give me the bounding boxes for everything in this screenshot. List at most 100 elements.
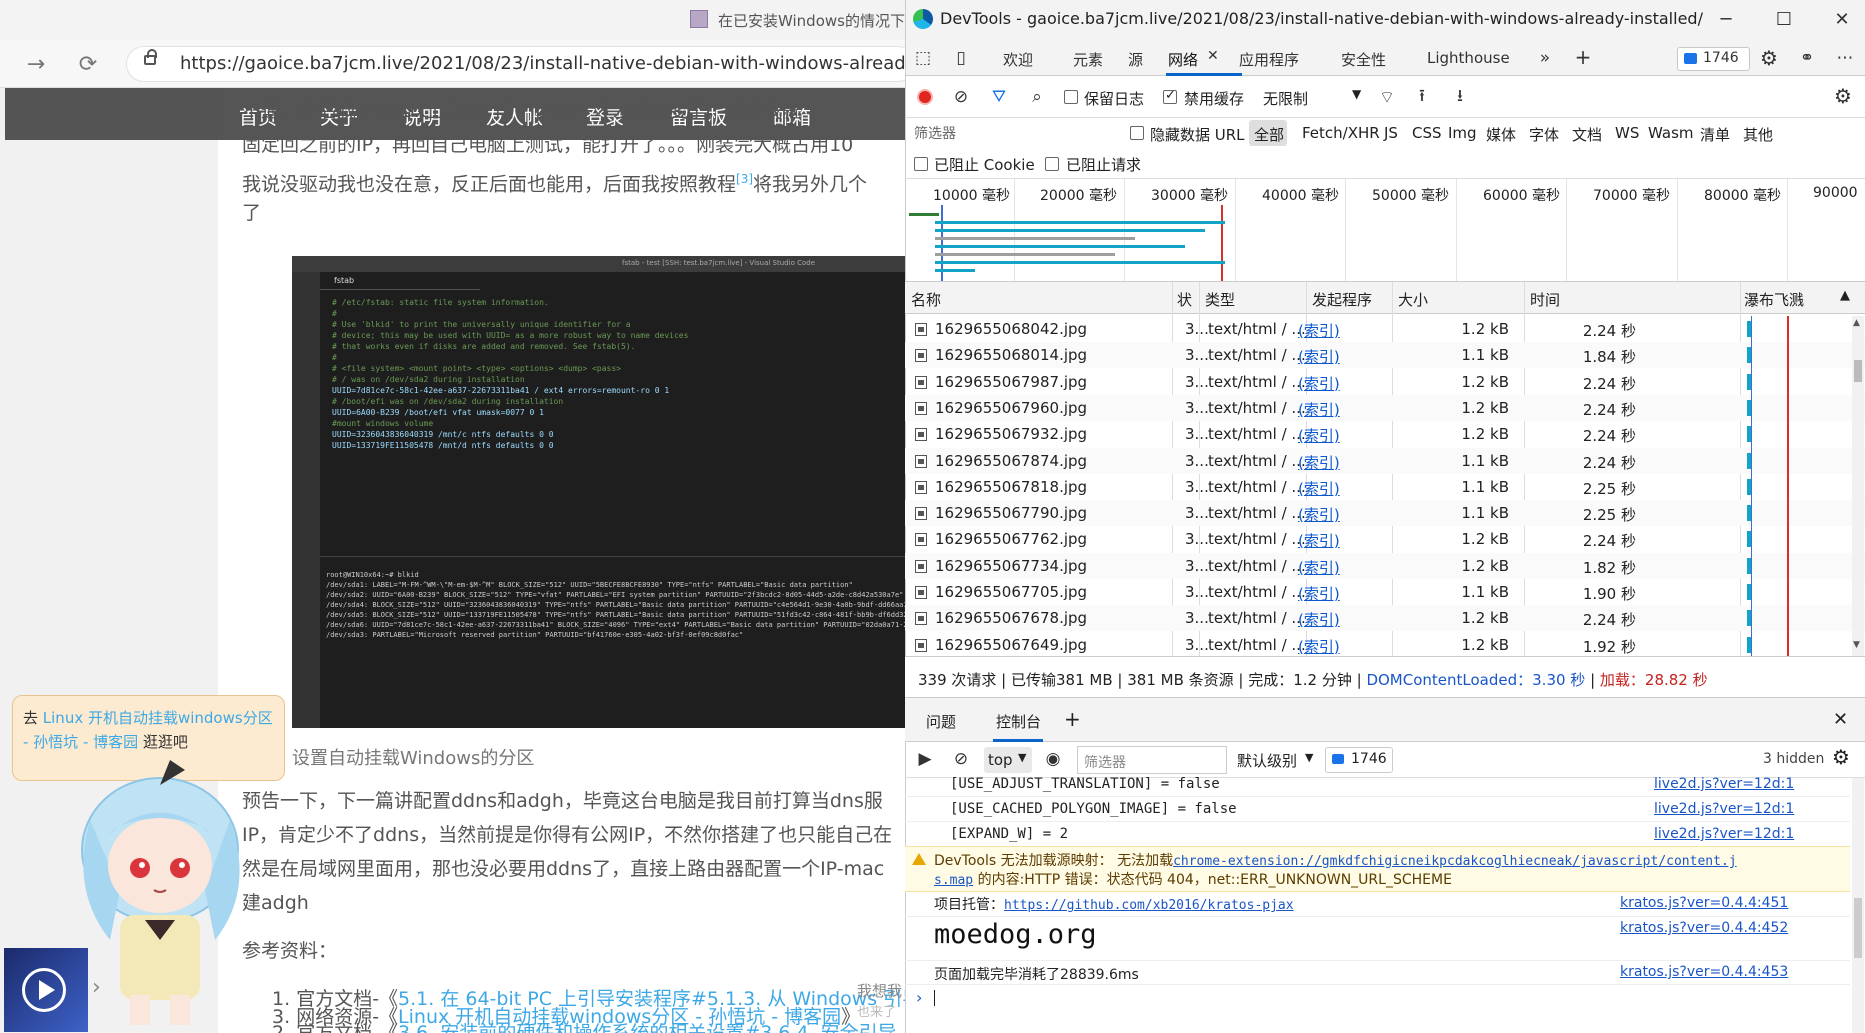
filter-type-img[interactable]: Img: [1448, 124, 1477, 142]
cell-initiator[interactable]: (索引): [1298, 504, 1340, 525]
sort-up-icon[interactable]: ▲: [1840, 288, 1850, 303]
throttle-select[interactable]: 无限制: [1263, 88, 1308, 109]
refresh-icon[interactable]: ⟳: [70, 46, 106, 82]
warning-link[interactable]: chrome-extension://gmkdfchigicneikpcdakc…: [1173, 854, 1737, 869]
col-type[interactable]: 类型: [1205, 289, 1235, 310]
table-row[interactable]: 1629655067874.jpg 3... text/html / ... (索引)…: [905, 447, 1865, 474]
cell-initiator[interactable]: (索引): [1298, 557, 1340, 578]
table-row[interactable]: 1629655067987.jpg 3... text/html / ... (索引)…: [905, 369, 1865, 395]
filter-type-all[interactable]: 全部: [1254, 124, 1284, 145]
filter-type-other[interactable]: 其他: [1743, 124, 1773, 145]
forward-arrow-icon[interactable]: →: [18, 46, 54, 82]
close-icon[interactable]: ✕: [1820, 6, 1864, 32]
filter-type-media[interactable]: 媒体: [1486, 124, 1516, 145]
settings-gear-icon[interactable]: ⚙: [1758, 46, 1780, 70]
console-log-source[interactable]: live2d.js?ver=12d:1: [1654, 776, 1794, 792]
cell-initiator[interactable]: (索引): [1298, 346, 1340, 367]
preserve-log-checkbox[interactable]: [1064, 90, 1078, 104]
add-tab-icon[interactable]: +: [1574, 45, 1592, 69]
tab-application[interactable]: 应用程序: [1239, 49, 1299, 70]
col-time[interactable]: 时间: [1530, 289, 1560, 310]
console-log-source[interactable]: kratos.js?ver=0.4.4:451: [1620, 895, 1788, 911]
col-status[interactable]: 状: [1177, 289, 1192, 310]
table-row[interactable]: 1629655067678.jpg 3... text/html / ... (索引)…: [905, 605, 1865, 632]
blocked-requests-checkbox[interactable]: [1045, 157, 1059, 171]
tab-network[interactable]: 网络: [1168, 49, 1198, 70]
chevron-down-icon[interactable]: ▼: [1305, 751, 1313, 764]
cell-name[interactable]: 1629655068014.jpg: [935, 346, 1087, 364]
filter-icon[interactable]: ⛛: [988, 86, 1010, 108]
filter-type-js[interactable]: JS: [1384, 124, 1398, 142]
citation-link[interactable]: [3]: [736, 172, 753, 186]
console-log-source[interactable]: live2d.js?ver=12d:1: [1654, 826, 1794, 842]
cell-initiator[interactable]: (索引): [1298, 478, 1340, 499]
col-waterfall[interactable]: 瀑布飞溅: [1744, 289, 1804, 310]
console-log-source[interactable]: kratos.js?ver=0.4.4:453: [1620, 964, 1788, 980]
network-overview-timeline[interactable]: 10000 毫秒 20000 毫秒 30000 毫秒 40000 毫秒 5000…: [905, 178, 1865, 282]
minimize-icon[interactable]: ─: [1704, 6, 1748, 32]
cell-name[interactable]: 1629655067678.jpg: [935, 609, 1087, 627]
browser-tab-title[interactable]: 在已安装Windows的情况下: [718, 10, 905, 31]
network-conditions-icon[interactable]: ⌔: [1376, 86, 1398, 108]
filter-type-font[interactable]: 字体: [1529, 124, 1559, 145]
table-row[interactable]: 1629655067818.jpg 3... text/html / ... (索引)…: [905, 474, 1865, 500]
cell-initiator[interactable]: (索引): [1298, 530, 1340, 551]
search-icon[interactable]: ⌕: [1026, 86, 1048, 108]
cell-initiator[interactable]: (索引): [1298, 583, 1340, 604]
scroll-up-icon[interactable]: ▲: [1853, 318, 1860, 328]
cell-initiator[interactable]: (索引): [1298, 425, 1340, 446]
cell-name[interactable]: 1629655067960.jpg: [935, 399, 1087, 417]
cell-initiator[interactable]: (索引): [1298, 320, 1340, 341]
cell-name[interactable]: 1629655067987.jpg: [935, 373, 1087, 391]
chevron-down-icon[interactable]: ▼: [1352, 87, 1361, 101]
cell-name[interactable]: 1629655067874.jpg: [935, 452, 1087, 470]
tab-welcome[interactable]: 欢迎: [1003, 49, 1033, 70]
play-icon[interactable]: [22, 968, 66, 1012]
tab-lighthouse[interactable]: Lighthouse: [1427, 49, 1510, 67]
lock-icon[interactable]: [144, 49, 157, 65]
filter-type-doc[interactable]: 文档: [1572, 124, 1602, 145]
table-row[interactable]: 1629655067705.jpg 3... text/html / ... (索引)…: [905, 579, 1865, 605]
table-row[interactable]: 1629655067649.jpg 3... text/html / ... (索引)…: [905, 632, 1865, 656]
clear-icon[interactable]: ⊘: [950, 86, 972, 108]
table-scroll-thumb[interactable]: [1854, 360, 1862, 382]
address-url[interactable]: https://gaoice.ba7jcm.live/2021/08/23/in…: [180, 53, 905, 74]
table-row[interactable]: 1629655068014.jpg 3... text/html / ... (索引)…: [905, 342, 1865, 369]
export-har-icon[interactable]: ⭳: [1449, 86, 1471, 108]
filter-type-css[interactable]: CSS: [1412, 124, 1442, 142]
console-scroll-thumb[interactable]: [1854, 898, 1862, 958]
tab-elements[interactable]: 元素: [1073, 49, 1103, 70]
table-row[interactable]: 1629655068042.jpg 3... text/html / ... (索引)…: [905, 316, 1865, 342]
device-toolbar-icon[interactable]: ▯: [950, 47, 972, 69]
cell-name[interactable]: 1629655067649.jpg: [935, 636, 1087, 654]
drawer-tab-issues[interactable]: 问题: [926, 711, 956, 732]
table-row[interactable]: 1629655067960.jpg 3... text/html / ... (索引)…: [905, 394, 1865, 421]
network-settings-gear-icon[interactable]: ⚙: [1832, 84, 1854, 108]
filter-type-xhr[interactable]: Fetch/XHR: [1302, 124, 1380, 142]
cell-initiator[interactable]: (索引): [1298, 452, 1340, 473]
close-drawer-icon[interactable]: ✕: [1833, 709, 1848, 730]
table-row[interactable]: 1629655067734.jpg 3... text/html / ... (索引)…: [905, 552, 1865, 579]
console-log-source[interactable]: kratos.js?ver=0.4.4:452: [1620, 920, 1788, 936]
col-size[interactable]: 大小: [1398, 289, 1428, 310]
blocked-cookies-checkbox[interactable]: [914, 157, 928, 171]
cell-name[interactable]: 1629655068042.jpg: [935, 320, 1087, 338]
context-select-value[interactable]: top: [988, 751, 1013, 769]
more-options-icon[interactable]: ⋯: [1834, 46, 1856, 70]
cell-initiator[interactable]: (索引): [1298, 399, 1340, 420]
disable-cache-checkbox[interactable]: [1163, 88, 1177, 104]
record-icon[interactable]: [917, 89, 933, 105]
maximize-icon[interactable]: ☐: [1762, 6, 1806, 32]
live-expression-eye-icon[interactable]: ◉: [1042, 748, 1064, 770]
col-initiator[interactable]: 发起程序: [1312, 289, 1372, 310]
network-filter-input[interactable]: 筛选器: [914, 123, 956, 143]
cell-initiator[interactable]: (索引): [1298, 373, 1340, 394]
cell-initiator[interactable]: (索引): [1298, 609, 1340, 630]
console-input[interactable]: [934, 988, 1814, 1010]
more-tabs-icon[interactable]: »: [1536, 47, 1554, 69]
log-level-select[interactable]: 默认级别: [1237, 750, 1297, 771]
console-sidebar-icon[interactable]: ▶: [914, 748, 936, 770]
console-settings-gear-icon[interactable]: ⚙: [1832, 745, 1850, 769]
cell-name[interactable]: 1629655067762.jpg: [935, 530, 1087, 548]
tab-close-icon[interactable]: ✕: [1207, 48, 1219, 64]
